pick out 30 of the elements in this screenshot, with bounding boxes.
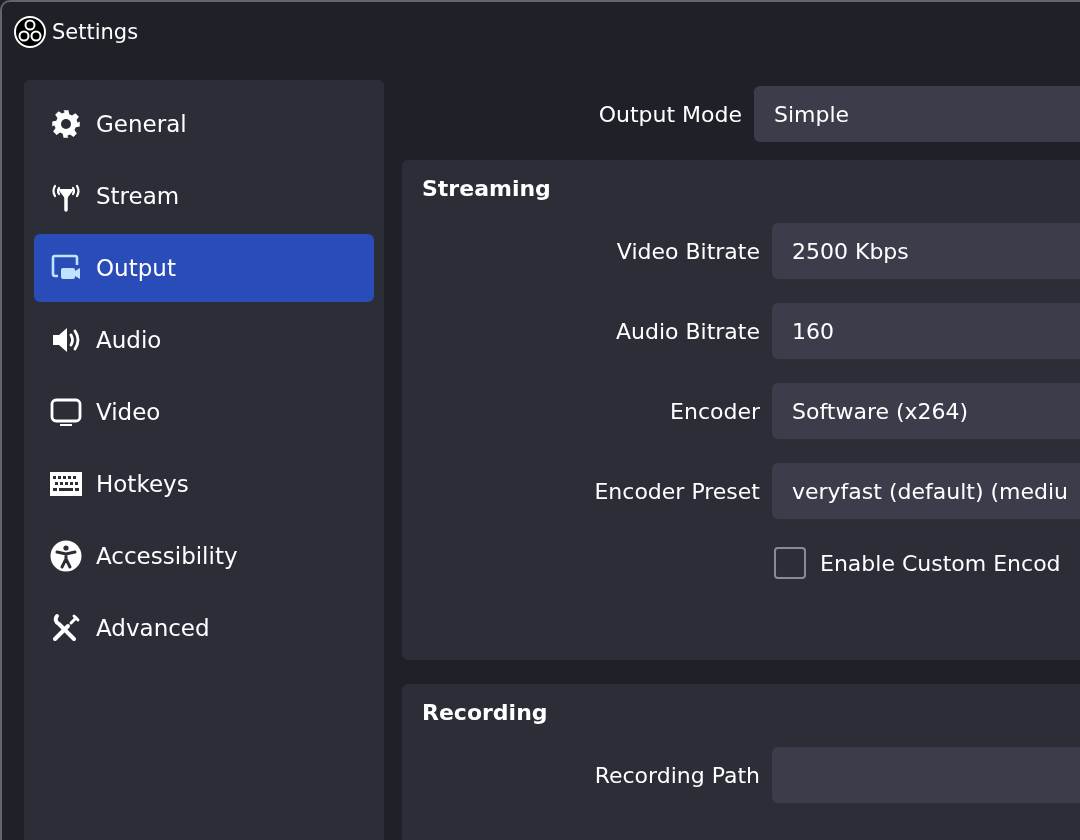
accessibility-person-icon xyxy=(50,540,82,572)
sidebar-item[interactable]: Stream xyxy=(34,162,374,230)
field-label: Recording Path xyxy=(593,762,760,788)
monitor-icon xyxy=(50,396,82,428)
dropdown-field[interactable]: Simple xyxy=(754,86,1080,142)
input-field[interactable]: 2500 Kbps xyxy=(772,223,1080,279)
group-title: Streaming xyxy=(422,176,551,201)
input-field[interactable]: veryfast (default) (mediu xyxy=(772,463,1080,519)
checkbox[interactable] xyxy=(774,547,806,579)
field-label: Encoder Preset xyxy=(593,478,760,504)
sidebar-item[interactable]: Audio xyxy=(34,306,374,374)
field-label: Video Bitrate xyxy=(615,238,760,264)
sidebar-item[interactable]: General xyxy=(34,90,374,158)
group-title: Recording xyxy=(422,700,548,725)
input-field[interactable]: 160 xyxy=(772,303,1080,359)
input-field[interactable]: Software (x264) xyxy=(772,383,1080,439)
sidebar-item[interactable]: Hotkeys xyxy=(34,450,374,518)
sidebar-item[interactable]: Advanced xyxy=(34,594,374,662)
keyboard-icon xyxy=(50,472,82,496)
app-logo-icon xyxy=(14,16,46,48)
sidebar-item[interactable]: Accessibility xyxy=(34,522,374,590)
gear-icon xyxy=(50,109,82,139)
sidebar-item[interactable]: Video xyxy=(34,378,374,446)
checkbox-label: Enable Custom Encod xyxy=(820,550,1061,576)
field-label: Audio Bitrate xyxy=(614,318,760,344)
tools-icon xyxy=(50,612,82,644)
window-title: Settings xyxy=(52,20,139,44)
field-label: Encoder xyxy=(669,398,760,424)
sidebar-item[interactable]: Output xyxy=(34,234,374,302)
field-label: Output Mode xyxy=(597,101,742,127)
